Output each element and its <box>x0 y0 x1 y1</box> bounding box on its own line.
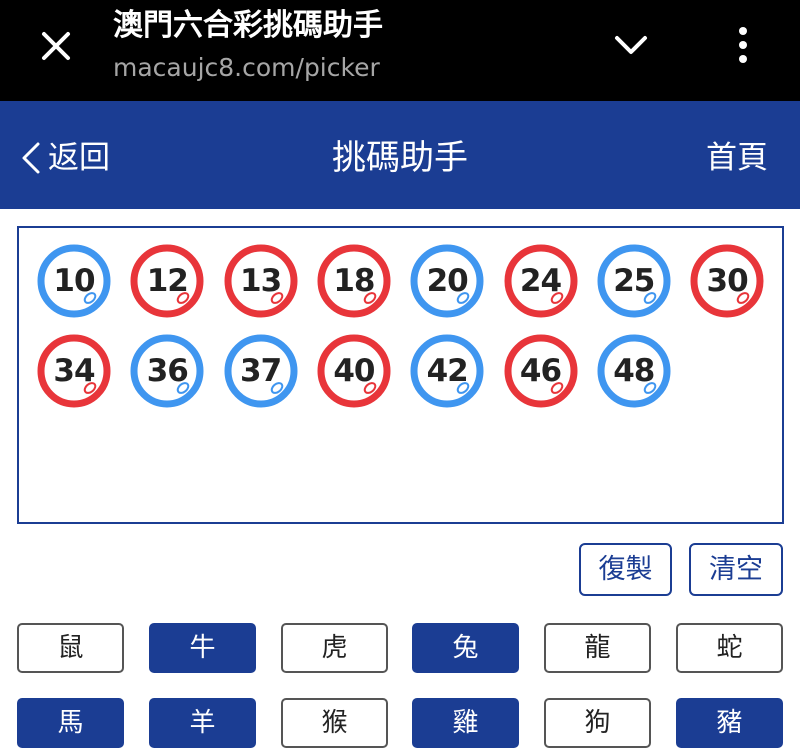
ball-number: 24 <box>519 263 562 299</box>
zodiac-button[interactable]: 龍 <box>544 623 651 673</box>
zodiac-button[interactable]: 雞 <box>412 698 519 748</box>
ball-number: 36 <box>146 353 189 389</box>
ball-number: 40 <box>333 353 375 389</box>
number-ball[interactable]: 18 <box>316 244 391 318</box>
zodiac-button[interactable]: 虎 <box>281 623 388 673</box>
zodiac-button[interactable]: 猴 <box>281 698 388 748</box>
page-title: 挑碼助手 <box>332 138 468 178</box>
ball-number: 46 <box>519 353 562 389</box>
number-ball[interactable]: 36 <box>130 334 205 408</box>
back-label: 返回 <box>48 140 110 176</box>
ball-number: 34 <box>53 353 95 389</box>
browser-page-title: 澳門六合彩挑碼助手 <box>113 8 383 43</box>
ball-number: 10 <box>53 263 95 299</box>
number-ball[interactable]: 13 <box>223 244 298 318</box>
home-link[interactable]: 首頁 <box>706 135 768 181</box>
number-ball[interactable]: 37 <box>223 334 298 408</box>
ball-number: 18 <box>333 263 375 299</box>
zodiac-button[interactable]: 牛 <box>149 623 256 673</box>
zodiac-button[interactable]: 兔 <box>412 623 519 673</box>
number-ball[interactable]: 34 <box>37 334 111 408</box>
number-ball[interactable]: 48 <box>596 334 671 408</box>
ball-number: 25 <box>613 263 655 299</box>
zodiac-button[interactable]: 蛇 <box>676 623 783 673</box>
zodiac-button[interactable]: 馬 <box>17 698 124 748</box>
app-header: 返回 挑碼助手 首頁 <box>0 101 800 209</box>
back-button[interactable]: 返回 <box>18 135 110 181</box>
number-ball[interactable]: 30 <box>690 244 765 318</box>
number-ball[interactable]: 10 <box>37 244 111 318</box>
browser-url[interactable]: macaujc8.com/picker <box>113 52 380 84</box>
ball-number: 30 <box>706 263 749 299</box>
number-ball[interactable]: 40 <box>316 334 391 408</box>
ball-number: 12 <box>146 263 189 299</box>
copy-button[interactable]: 復製 <box>579 543 672 596</box>
number-ball[interactable]: 24 <box>503 244 578 318</box>
number-ball[interactable]: 42 <box>410 334 485 408</box>
ball-number: 42 <box>426 353 469 389</box>
zodiac-button[interactable]: 狗 <box>544 698 651 748</box>
number-ball[interactable]: 46 <box>503 334 578 408</box>
chevron-down-icon[interactable] <box>612 30 650 60</box>
zodiac-button[interactable]: 羊 <box>149 698 256 748</box>
ball-number: 48 <box>613 353 655 389</box>
ball-number: 20 <box>426 263 469 299</box>
ball-number: 13 <box>240 263 282 299</box>
number-ball[interactable]: 25 <box>596 244 671 318</box>
zodiac-button[interactable]: 鼠 <box>17 623 124 673</box>
browser-toolbar: 澳門六合彩挑碼助手 macaujc8.com/picker <box>0 0 800 101</box>
close-icon[interactable] <box>36 26 76 66</box>
number-ball[interactable]: 12 <box>130 244 205 318</box>
number-ball[interactable]: 20 <box>410 244 485 318</box>
chevron-left-icon <box>22 142 40 174</box>
ball-number: 37 <box>240 353 282 389</box>
more-vert-icon[interactable] <box>730 24 756 68</box>
clear-button[interactable]: 清空 <box>689 543 783 596</box>
selected-numbers-panel: 10 12 13 18 20 24 25 30 34 36 37 40 42 46 48 <box>17 226 784 524</box>
zodiac-button[interactable]: 豬 <box>676 698 783 748</box>
